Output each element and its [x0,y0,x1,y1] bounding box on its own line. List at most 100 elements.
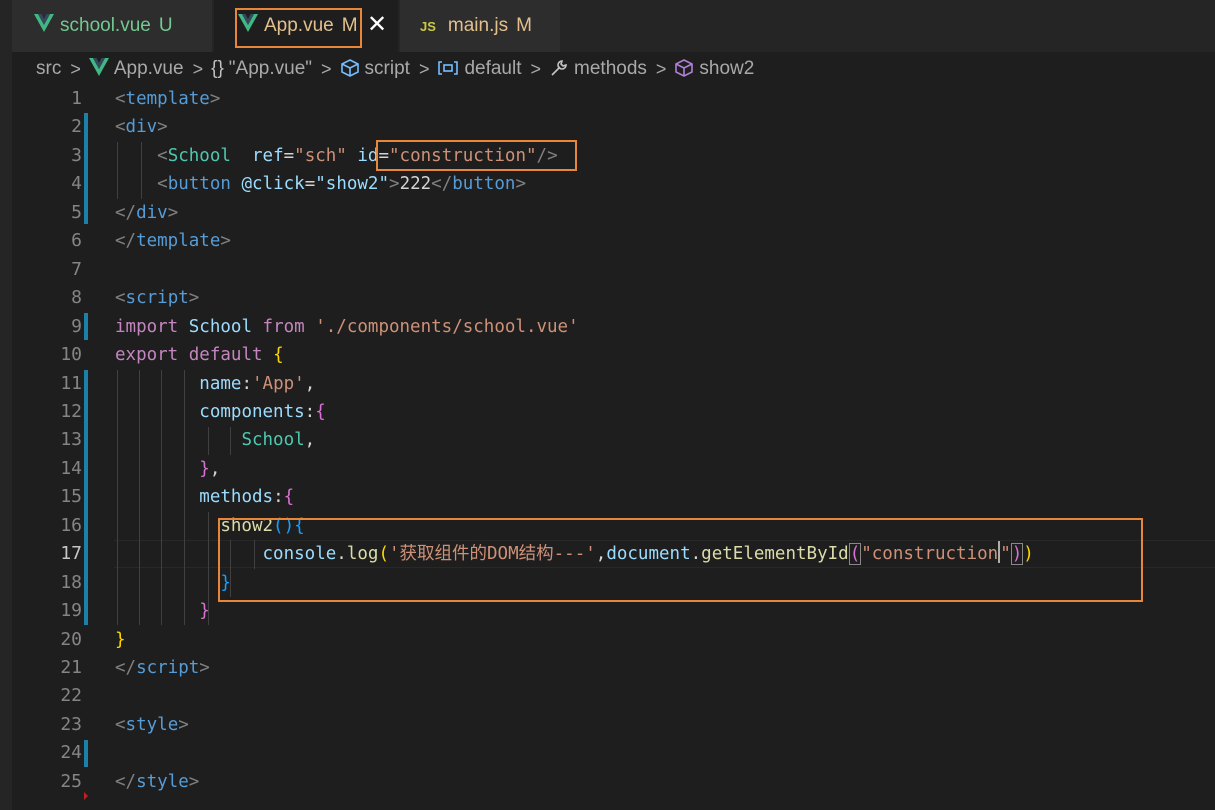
code-token: button [167,174,231,195]
code-line[interactable]: import School from './components/school.… [115,313,579,341]
code-line[interactable]: <button @click="show2">222</button> [115,170,526,198]
code-token: : [241,373,252,394]
code-token: template [125,89,210,109]
code-token: </ [115,231,137,252]
code-line[interactable]: } [115,569,231,597]
wrench-icon [549,58,569,81]
code-line[interactable]: } [115,626,126,654]
code-token: import [115,316,179,337]
code-token: > [389,174,400,195]
code-token: = [283,145,295,166]
chevron-right-icon: > [192,58,204,79]
tab-school-vue[interactable]: school.vue U [12,0,212,52]
breadcrumb-item-app-vue[interactable]: App.vue [114,58,184,80]
code-token: components [199,401,305,422]
chevron-right-icon: > [530,58,542,79]
js-icon: JS [420,18,436,34]
code-line[interactable]: } [115,597,210,625]
code-line[interactable]: </div> [115,199,178,227]
chevron-right-icon: > [321,58,332,79]
breadcrumb-item-show2[interactable]: show2 [699,58,754,80]
variable-icon [437,58,459,80]
line-number: 17 [60,543,82,565]
git-change-bar [84,370,88,625]
line-number: 1 [71,88,82,109]
code-line[interactable]: </style> [115,768,199,796]
code-line[interactable]: School, [115,426,315,454]
line-number: 8 [71,287,82,309]
code-token: { [273,345,284,366]
code-token: 'App' [252,373,305,394]
breadcrumb-item-app-vue-object[interactable]: "App.vue" [229,58,312,80]
breadcrumb: src > App.vue > {} "App.vue" > script > … [0,52,1215,86]
code-token: template [136,231,221,252]
line-number: 10 [60,344,82,366]
code-line[interactable]: name:'App', [115,370,315,398]
code-line[interactable]: </template> [115,227,231,255]
code-token: < [115,117,126,138]
line-number: 7 [71,258,82,280]
breadcrumb-item-methods[interactable]: methods [574,58,647,80]
highlight-box [218,518,1143,602]
breadcrumb-item-default[interactable]: default [464,58,521,80]
code-token: : [304,401,316,422]
code-token: style [136,771,189,792]
git-change-bar [84,313,88,340]
line-number: 25 [60,770,82,792]
editor-left-edge [0,52,12,810]
breadcrumb-item-script[interactable]: script [365,58,410,80]
line-number: 12 [60,400,82,422]
line-number: 14 [60,457,82,479]
line-number: 11 [60,372,82,394]
code-line[interactable]: <template> [115,85,220,113]
code-token: School [188,316,252,337]
line-number: 2 [71,116,82,138]
code-token: show2 [325,174,379,195]
line-number: 15 [60,486,82,508]
code-line[interactable]: <script> [115,284,199,312]
code-token: </ [431,174,453,195]
code-token: default [188,345,263,366]
code-token: div [136,202,168,223]
code-token: School [167,145,231,166]
code-token: = [304,174,316,195]
code-token: > [515,174,527,195]
line-number: 23 [60,713,82,735]
code-token: < [157,145,168,166]
code-line[interactable]: methods:{ [115,483,294,511]
code-token: " [315,174,326,195]
code-token: , [304,373,316,394]
code-line[interactable]: <div> [115,113,168,141]
line-number: 19 [60,600,82,622]
line-number: 24 [60,742,82,764]
line-number: 4 [71,173,82,195]
line-number: 21 [60,657,82,678]
code-token: > [188,288,200,309]
code-token: < [157,174,168,195]
line-number: 9 [71,315,82,337]
code-line[interactable]: <style> [115,711,189,739]
close-icon[interactable]: ✕ [367,10,387,39]
code-token: { [315,401,326,422]
code-line[interactable]: </script> [115,654,210,682]
code-token: < [115,89,126,109]
tab-status: M [516,15,532,36]
code-token: div [125,117,158,138]
code-token: </ [115,202,137,223]
code-line[interactable]: components:{ [115,398,326,426]
code-line[interactable]: export default { [115,341,284,369]
code-token: script [125,288,189,309]
code-line[interactable]: }, [115,455,220,483]
tab-main-js[interactable]: JS main.js M [400,0,560,52]
code-token: 222 [399,174,432,195]
breadcrumb-item-src[interactable]: src [36,58,61,80]
line-number: 18 [60,571,82,593]
